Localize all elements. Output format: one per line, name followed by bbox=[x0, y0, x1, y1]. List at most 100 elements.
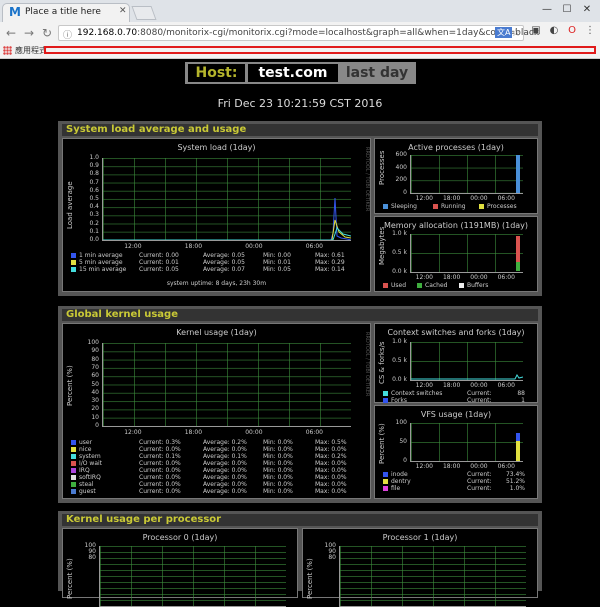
legend-item: Cached bbox=[417, 282, 447, 289]
legend-item: Running bbox=[433, 203, 466, 210]
processor-0-graph[interactable]: Processor 0 (1day) Percent (%) 100 90 80 bbox=[62, 528, 298, 607]
legend-item: nice bbox=[71, 446, 91, 453]
x-tick-label: 12:00 bbox=[415, 274, 433, 281]
y-tick-label: 10 bbox=[91, 413, 99, 421]
browser-tab[interactable]: M Place a title here ✕ bbox=[2, 3, 130, 22]
legend-max: Max: 0.0% bbox=[315, 488, 347, 495]
host-name[interactable]: test.com bbox=[248, 64, 338, 82]
x-tick-label: 12:00 bbox=[415, 463, 433, 470]
active-processes-graph[interactable]: Active processes (1day) Processes 600 400… bbox=[374, 138, 538, 214]
y-tick-label: 0 bbox=[403, 189, 407, 196]
y-tick-label: 0.9 bbox=[89, 162, 99, 170]
plot-area bbox=[102, 158, 351, 241]
close-window-button[interactable]: ✕ bbox=[580, 4, 594, 15]
forward-arrow-icon[interactable]: → bbox=[22, 26, 36, 40]
plot-area bbox=[410, 155, 523, 194]
legend-average: Average: 0.07 bbox=[203, 266, 245, 273]
apps-grid-icon[interactable] bbox=[3, 46, 12, 55]
legend-current: Current: 0.0% bbox=[139, 460, 181, 467]
context-switches-line bbox=[411, 374, 523, 380]
legend-label: guest bbox=[79, 488, 96, 495]
vfs-usage-graph[interactable]: VFS usage (1day) Percent (%) 100 50 0 12:0… bbox=[374, 405, 538, 499]
legend-swatch bbox=[71, 461, 76, 466]
legend-swatch bbox=[71, 260, 76, 265]
legend-swatch bbox=[459, 283, 464, 288]
rrdtool-label: RRDTOOL / TOBI OETIKER bbox=[364, 147, 370, 212]
y-tick-label: 0.0 k bbox=[392, 268, 407, 275]
plot-area bbox=[410, 234, 523, 273]
legend-min: Min: 0.0% bbox=[263, 474, 293, 481]
context-switches-graph[interactable]: Context switches and forks (1day) CS & f… bbox=[374, 323, 538, 404]
processor-1-graph[interactable]: Processor 1 (1day) Percent (%) 100 90 80 bbox=[302, 528, 538, 607]
legend-max: Max: 0.0% bbox=[315, 446, 347, 453]
legend-swatch bbox=[71, 489, 76, 494]
legend-item: inode bbox=[383, 471, 408, 478]
x-tick-label: 12:00 bbox=[415, 382, 433, 389]
legend-current: Current: bbox=[467, 390, 492, 397]
extension-icon[interactable]: ▣ bbox=[530, 25, 542, 37]
legend-item: steal bbox=[71, 481, 94, 488]
period-label[interactable]: last day bbox=[341, 64, 413, 82]
y-tick-label: 0.1 bbox=[89, 227, 99, 235]
menu-icon[interactable]: ⋮ bbox=[584, 25, 596, 37]
minimize-button[interactable]: — bbox=[540, 4, 554, 15]
x-tick-label: 06:00 bbox=[497, 195, 515, 202]
legend-label: 15 min average bbox=[79, 266, 127, 273]
translate-icon[interactable]: 文A bbox=[495, 27, 513, 38]
kernel-usage-graph[interactable]: Kernel usage (1day) Percent (%) RRDTOOL … bbox=[62, 323, 371, 499]
x-tick-label: 06:00 bbox=[305, 429, 323, 436]
y-tick-label: 40 bbox=[91, 388, 99, 396]
legend-max: Max: 0.14 bbox=[315, 266, 345, 273]
legend-max: Max: 0.61 bbox=[315, 252, 345, 259]
legend-label: 5 min average bbox=[79, 259, 123, 266]
extension-icon[interactable]: ◐ bbox=[548, 25, 560, 37]
reload-icon[interactable]: ↻ bbox=[40, 26, 54, 40]
memory-allocation-graph[interactable]: Memory allocation (1191MB) (1day) Megaby… bbox=[374, 216, 538, 292]
legend-label: IRQ bbox=[79, 467, 90, 474]
legend-item: Context switches bbox=[383, 390, 442, 397]
y-axis-label: Percent (%) bbox=[378, 423, 386, 464]
load-lines bbox=[103, 197, 351, 240]
legend-item: 5 min average bbox=[71, 259, 123, 266]
legend-average: Average: 0.0% bbox=[203, 474, 247, 481]
plot-area bbox=[410, 423, 523, 462]
opera-extension-icon[interactable]: O bbox=[566, 25, 578, 37]
y-tick-label: 400 bbox=[395, 163, 407, 171]
legend-swatch bbox=[71, 482, 76, 487]
apps-bookmark[interactable]: 應用程式 bbox=[15, 45, 47, 56]
plot-area bbox=[99, 546, 286, 607]
x-tick-label: 00:00 bbox=[245, 429, 263, 436]
graph-title: Context switches and forks (1day) bbox=[387, 328, 525, 337]
legend-item: Used bbox=[383, 282, 406, 289]
graph-title: Kernel usage (1day) bbox=[176, 328, 257, 337]
legend-item: guest bbox=[71, 488, 96, 495]
redaction-box bbox=[44, 46, 596, 54]
y-tick-label: 80 bbox=[91, 355, 99, 363]
system-load-graph[interactable]: System load (1day) Load average RRDTOOL … bbox=[62, 138, 371, 292]
cs-lines bbox=[411, 374, 523, 380]
back-arrow-icon[interactable]: ← bbox=[4, 26, 18, 40]
page-info-icon[interactable]: ⓘ bbox=[63, 28, 72, 41]
legend-average: Average: 0.0% bbox=[203, 488, 247, 495]
y-tick-label: 1.0 k bbox=[392, 338, 407, 345]
y-axis-label: Load average bbox=[66, 181, 74, 229]
new-tab-button[interactable] bbox=[131, 6, 157, 20]
legend-current: Current: 0.0% bbox=[139, 481, 181, 488]
legend-swatch bbox=[383, 472, 388, 477]
bookmark-star-icon[interactable]: ☆ bbox=[511, 26, 521, 39]
legend-label: nice bbox=[79, 446, 92, 453]
x-tick-label: 12:00 bbox=[124, 429, 142, 436]
legend-item: IRQ bbox=[71, 467, 90, 474]
y-tick-label: 0 bbox=[403, 457, 407, 464]
tab-close-icon[interactable]: ✕ bbox=[119, 6, 127, 16]
legend-max: Max: 0.5% bbox=[315, 439, 347, 446]
maximize-button[interactable]: ☐ bbox=[560, 4, 574, 15]
url-input[interactable]: ⓘ 192.168.0.70:8080/monitorix-cgi/monito… bbox=[58, 25, 539, 41]
plot-area bbox=[102, 343, 351, 427]
legend-item: Processes bbox=[479, 203, 517, 210]
x-tick-label: 12:00 bbox=[415, 195, 433, 202]
y-tick-label: 20 bbox=[91, 405, 99, 413]
legend-min: Min: 0.01 bbox=[263, 259, 291, 266]
used-bar bbox=[516, 236, 520, 262]
legend-item: Forks bbox=[383, 397, 407, 404]
